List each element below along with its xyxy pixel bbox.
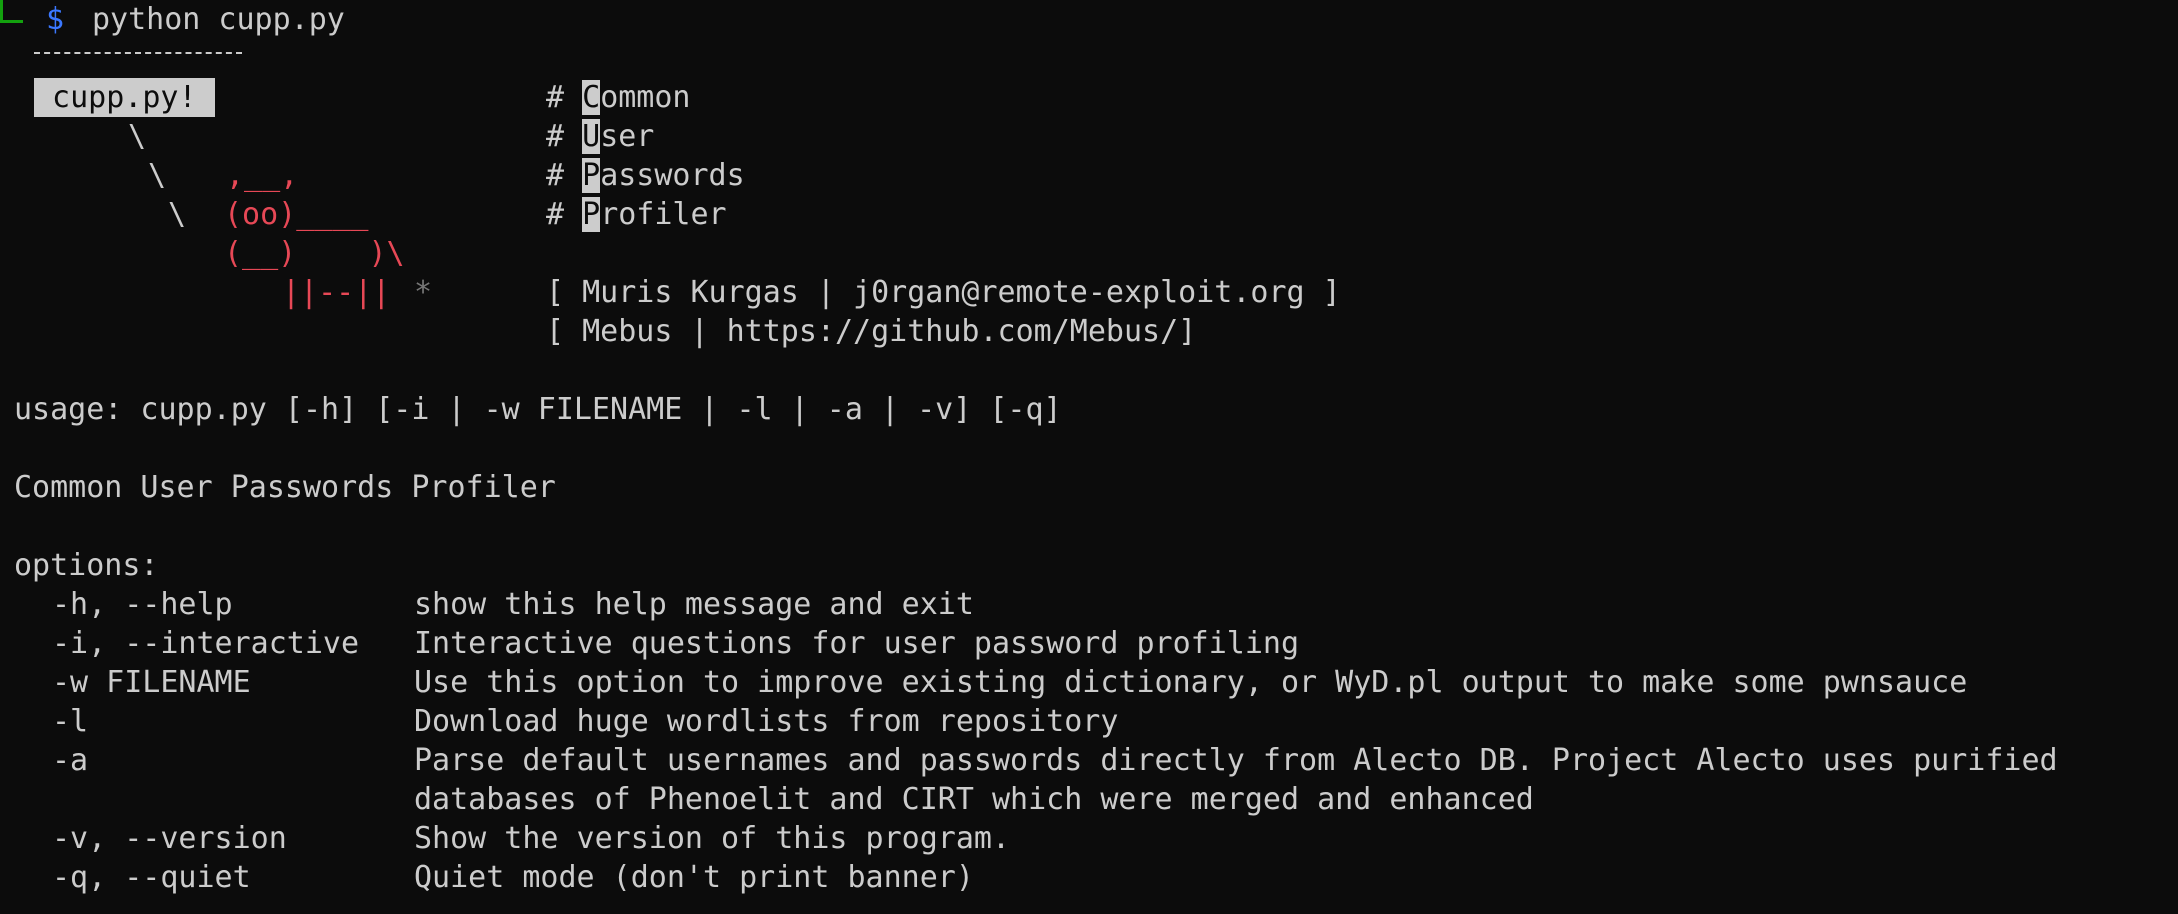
title-line-common: # Common [546, 80, 691, 115]
cow-legs: ||--|| [282, 275, 391, 310]
title-initial: U [582, 119, 601, 154]
title-initial: C [582, 80, 601, 115]
title-initial: P [582, 197, 601, 232]
option-desc: Quiet mode (don't print banner) [414, 860, 974, 895]
title-line-passwords: # Passwords [546, 158, 745, 193]
credit-line-2: [ Mebus | https://github.com/Mebus/] [546, 314, 1197, 349]
prompt-corner-line [0, 0, 23, 23]
option-desc: Download huge wordlists from repository [414, 704, 1119, 739]
title-rest: asswords [600, 158, 745, 193]
option-flag: -v, --version [52, 821, 287, 856]
option-desc: Use this option to improve existing dict… [414, 665, 1968, 700]
option-flag: -h, --help [52, 587, 233, 622]
bubble-tail-1: \ [128, 119, 147, 154]
option-desc: show this help message and exit [414, 587, 974, 622]
terminal-window[interactable]: $ python cupp.py cupp.py! \ \ \ ,__, (oo… [0, 0, 2178, 914]
option-desc: databases of Phenoelit and CIRT which we… [414, 782, 1534, 817]
option-flag: -w FILENAME [52, 665, 251, 700]
option-flag: -i, --interactive [52, 626, 360, 661]
option-desc: Show the version of this program. [414, 821, 1011, 856]
bubble-tail-2: \ [148, 158, 167, 193]
option-desc: Parse default usernames and passwords di… [414, 743, 2058, 778]
options-header: options: [14, 548, 159, 583]
option-flag: -l [52, 704, 89, 739]
prompt-symbol: $ [46, 2, 65, 37]
bubble-text: cupp.py! [34, 78, 215, 117]
bubble-top-border [34, 52, 242, 54]
title-rest: ser [600, 119, 655, 154]
bubble-tail-3: \ [168, 197, 187, 232]
cow-star: * [414, 275, 433, 310]
cow-body: (__) )\ [224, 236, 405, 271]
option-flag: -a [52, 743, 89, 778]
title-rest: ommon [600, 80, 691, 115]
option-flag: -q, --quiet [52, 860, 251, 895]
usage-line: usage: cupp.py [-h] [-i | -w FILENAME | … [14, 392, 1062, 427]
prompt-command: python cupp.py [92, 2, 345, 37]
title-line-profiler: # Profiler [546, 197, 727, 232]
option-desc: Interactive questions for user password … [414, 626, 1300, 661]
cow-horns: ,__, [226, 158, 299, 193]
title-initial: P [582, 158, 601, 193]
title-line-user: # User [546, 119, 655, 154]
credit-line-1: [ Muris Kurgas | j0rgan@remote-exploit.o… [546, 275, 1341, 310]
program-description: Common User Passwords Profiler [14, 470, 556, 505]
title-rest: rofiler [600, 197, 727, 232]
cow-face: (oo)____ [224, 197, 369, 232]
